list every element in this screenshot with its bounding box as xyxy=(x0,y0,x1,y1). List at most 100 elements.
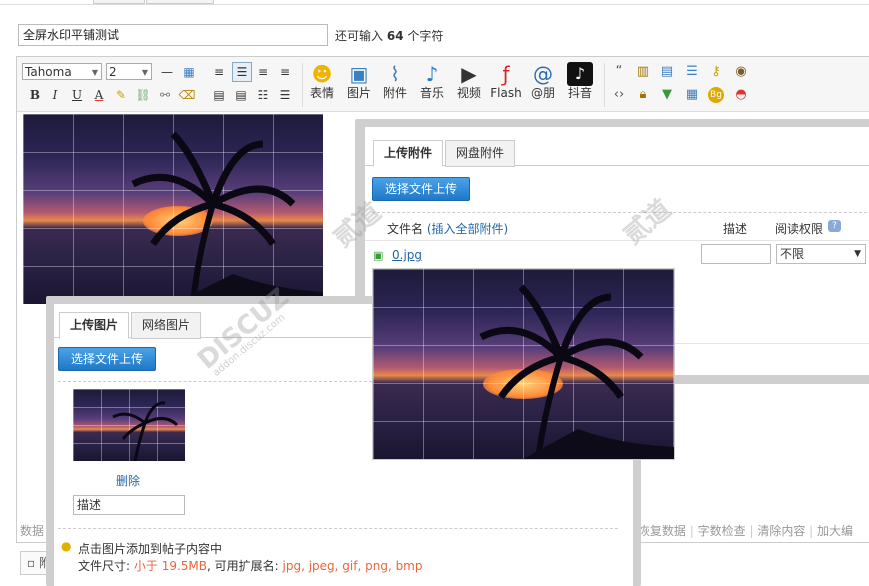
emoticon-label: 表情 xyxy=(309,86,334,100)
flash-button[interactable]: ƒ Flash xyxy=(489,62,523,100)
attach-desc-input[interactable] xyxy=(701,244,771,264)
word-check-link[interactable]: 字数检查 xyxy=(698,524,746,538)
top-tab-2[interactable] xyxy=(146,0,214,4)
tiktok-button[interactable]: ♪ 抖音 xyxy=(563,62,597,100)
char-count-suffix: 个字符 xyxy=(407,29,444,43)
preview-palm-silhouette xyxy=(479,284,674,459)
music-button[interactable]: ♪ 音乐 xyxy=(415,62,449,100)
attach-button[interactable]: ⌇ 附件 xyxy=(378,62,412,100)
attach-label: 附件 xyxy=(382,86,407,100)
toolbar-separator xyxy=(604,63,605,107)
music-note-icon: ♪ xyxy=(425,62,439,86)
align-justify-icon[interactable]: ☰ xyxy=(232,62,252,82)
clear-content-link[interactable]: 清除内容 xyxy=(757,524,805,538)
delete-image-link[interactable]: 删除 xyxy=(116,472,140,489)
italic-button[interactable]: I xyxy=(46,86,64,104)
attach-perm-select[interactable]: 不限 ▼ xyxy=(776,244,866,264)
attach-col-perm: 阅读权限 xyxy=(775,222,824,236)
video-label: 视频 xyxy=(456,86,481,100)
image-preview-popup xyxy=(372,268,675,460)
image-desc-input[interactable]: 描述 xyxy=(73,495,185,515)
ordered-list-icon[interactable]: ☷ xyxy=(254,86,272,104)
image-button[interactable]: ▣ 图片 xyxy=(342,62,376,100)
subject-input[interactable]: 全屏水印平铺测试 xyxy=(18,24,328,46)
unlink-icon[interactable]: ⚯ xyxy=(156,86,174,104)
hide-icon[interactable]: ▥ xyxy=(635,64,651,80)
chevron-down-icon: ▼ xyxy=(91,68,98,77)
char-count-prefix: 还可输入 xyxy=(335,29,384,43)
chevron-down-icon: ▼ xyxy=(141,68,148,77)
spellcheck-icon[interactable]: ✎ xyxy=(112,86,130,104)
content-image[interactable] xyxy=(23,114,323,304)
eraser-icon[interactable]: ⌫ xyxy=(178,86,196,104)
font-family-value: Tahoma xyxy=(25,65,72,79)
qq-icon[interactable]: ◓ xyxy=(733,87,749,103)
enlarge-editor-link[interactable]: 加大编 xyxy=(817,524,853,538)
unordered-list-icon[interactable]: ☰ xyxy=(276,86,294,104)
image-label: 图片 xyxy=(346,86,371,100)
tab-web-image[interactable]: 网络图片 xyxy=(131,312,202,339)
smiley-icon: ☻ xyxy=(311,62,333,86)
char-count-number: 64 xyxy=(386,29,404,43)
lock-icon[interactable]: 🔒︎ xyxy=(635,87,651,103)
font-family-select[interactable]: Tahoma ▼ xyxy=(22,63,102,80)
paperclip-icon: ⌇ xyxy=(390,62,400,86)
bold-button[interactable]: B xyxy=(26,86,44,104)
font-color-button[interactable]: A xyxy=(90,86,108,104)
align-center-icon[interactable]: ≡ xyxy=(254,63,272,81)
page-icon[interactable]: ▦ xyxy=(684,87,700,103)
tiktok-icon: ♪ xyxy=(567,62,593,86)
float-right-icon[interactable]: ▤ xyxy=(232,86,250,104)
status-left: 数据 xyxy=(20,524,45,538)
font-size-select[interactable]: 2 ▼ xyxy=(106,63,152,80)
size-label: 文件尺寸: xyxy=(78,559,131,573)
code-icon[interactable]: ‹› xyxy=(611,87,627,103)
attach-col-desc: 描述 xyxy=(723,222,748,236)
table-icon[interactable]: ▦ xyxy=(180,63,198,81)
restore-data-link[interactable]: 恢复数据 xyxy=(638,524,686,538)
underline-button[interactable]: U xyxy=(68,86,86,104)
palm-tree-silhouette xyxy=(131,131,323,304)
link-icon[interactable]: ⛓ xyxy=(134,86,152,104)
key-icon[interactable]: ⚷ xyxy=(708,64,724,80)
image-icon: ▣ xyxy=(349,62,369,86)
flash-icon: ƒ xyxy=(502,62,510,86)
tip-divider xyxy=(58,528,618,529)
char-count: 还可输入 64 个字符 xyxy=(335,27,443,44)
align-left-icon[interactable]: ≡ xyxy=(210,63,228,81)
align-right-icon[interactable]: ≡ xyxy=(276,63,294,81)
video-button[interactable]: ▶ 视频 xyxy=(452,62,486,100)
ext-label: , 可用扩展名: xyxy=(207,559,279,573)
float-left-icon[interactable]: ▤ xyxy=(210,86,228,104)
at-label: @朋 xyxy=(530,86,555,100)
image-file-icon: ▣ xyxy=(373,249,384,262)
thumb-palm-silhouette xyxy=(112,401,179,461)
image-watermark-small: addon.discuz.com xyxy=(211,312,288,379)
music-label: 音乐 xyxy=(419,86,444,100)
image-thumbnail[interactable] xyxy=(73,389,185,461)
at-icon: @ xyxy=(533,62,553,86)
medal-icon[interactable]: ◉ xyxy=(733,64,749,80)
attach-divider xyxy=(372,212,869,213)
tab-upload-attach[interactable]: 上传附件 xyxy=(373,140,444,167)
download-icon[interactable]: ▼ xyxy=(659,87,675,103)
attach-col-filename: 文件名 (插入全部附件) xyxy=(387,222,509,236)
help-icon[interactable]: ? xyxy=(828,220,841,232)
tab-netdisk-attach[interactable]: 网盘附件 xyxy=(445,140,516,167)
quote-icon[interactable]: “ xyxy=(611,64,627,80)
chevron-down-icon: ▼ xyxy=(854,249,861,259)
free-icon[interactable]: ▤ xyxy=(659,64,675,80)
image-upload-button[interactable]: 选择文件上传 xyxy=(58,347,157,371)
attach-watermark-2: 贰道 xyxy=(618,194,678,251)
top-tab-1[interactable] xyxy=(93,0,145,4)
bg-icon[interactable]: Bg xyxy=(708,87,724,103)
toolbar-separator xyxy=(302,63,303,107)
insert-all-link[interactable]: 插入全部附件 xyxy=(432,222,504,236)
list-box-icon[interactable]: ☰ xyxy=(684,64,700,80)
tab-upload-image[interactable]: 上传图片 xyxy=(59,312,130,339)
at-button[interactable]: @ @朋 xyxy=(526,62,560,100)
emoticon-button[interactable]: ☻ 表情 xyxy=(305,62,339,100)
attach-upload-button[interactable]: 选择文件上传 xyxy=(372,177,471,201)
hr-icon[interactable]: — xyxy=(158,63,176,81)
attach-file-link[interactable]: 0.jpg xyxy=(392,248,422,262)
